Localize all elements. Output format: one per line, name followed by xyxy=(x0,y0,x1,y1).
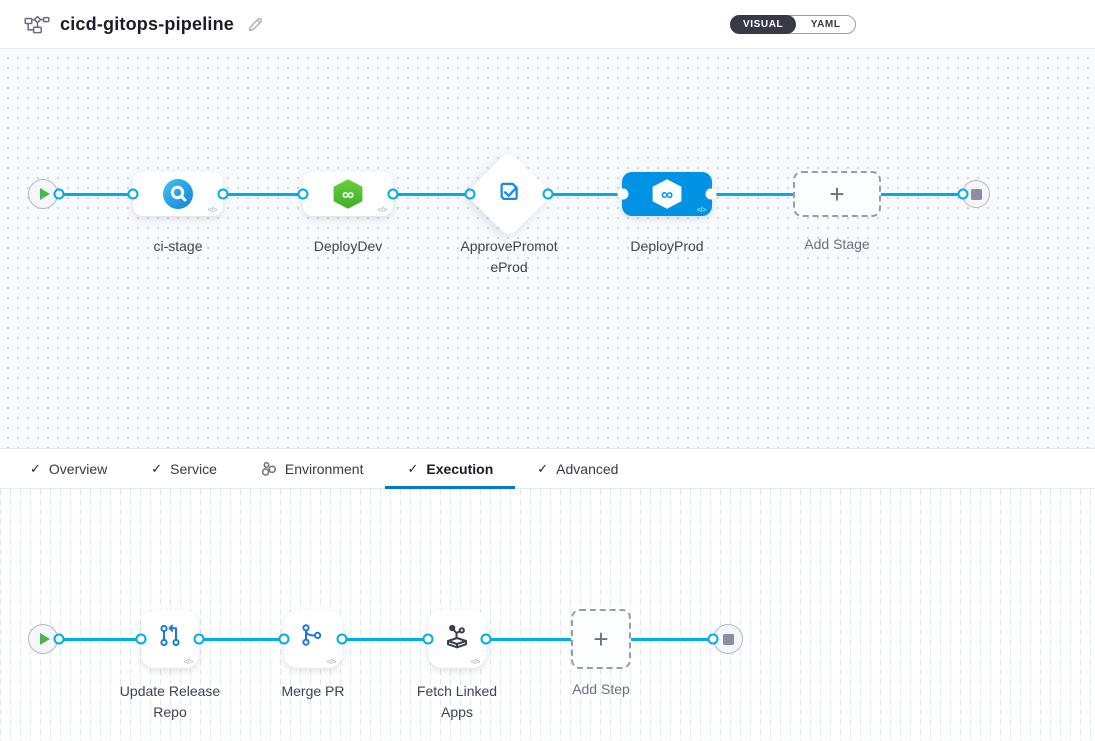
linked-apps-icon xyxy=(442,622,472,657)
execution-steps-canvas: </> Update Release Repo </> Merge PR xyxy=(0,489,1095,741)
visual-yaml-toggle: VISUAL YAML xyxy=(730,15,856,34)
page-title: cicd-gitops-pipeline xyxy=(60,14,234,35)
tab-label: Overview xyxy=(49,461,107,477)
cd-deploy-icon: ∞ xyxy=(651,179,683,209)
connector-port[interactable] xyxy=(706,189,717,200)
code-badge: </> xyxy=(697,205,706,214)
stop-icon xyxy=(971,189,982,200)
connector-port[interactable] xyxy=(388,189,399,200)
connector-port[interactable] xyxy=(136,634,147,645)
connector-port[interactable] xyxy=(128,189,139,200)
step-label: Merge PR xyxy=(253,681,373,702)
connector-port[interactable] xyxy=(218,189,229,200)
toggle-yaml-button[interactable]: YAML xyxy=(796,19,855,30)
ci-build-icon xyxy=(163,179,193,209)
cd-deploy-icon: ∞ xyxy=(332,179,364,209)
code-badge: </> xyxy=(327,657,336,666)
connector-port[interactable] xyxy=(54,189,65,200)
tab-label: Environment xyxy=(285,461,364,477)
add-step-label: Add Step xyxy=(551,679,651,700)
tab-overview[interactable]: ✓ Overview xyxy=(30,449,129,488)
play-icon xyxy=(40,188,50,200)
approval-icon xyxy=(493,176,525,213)
tab-service[interactable]: ✓ Service xyxy=(129,449,239,488)
tab-label: Execution xyxy=(426,461,493,477)
tab-environment[interactable]: Environment xyxy=(239,449,386,488)
pipeline-graph-icon xyxy=(24,14,50,35)
connector-port[interactable] xyxy=(958,189,969,200)
header: cicd-gitops-pipeline VISUAL YAML xyxy=(0,0,1095,49)
step-node-merge-pr[interactable]: </> xyxy=(284,610,342,668)
stage-node-deploydev[interactable]: ∞ </> xyxy=(303,172,393,216)
stage-node-approvepromoteprod[interactable] xyxy=(465,150,553,238)
connector-port[interactable] xyxy=(481,634,492,645)
tab-label: Service xyxy=(170,461,217,477)
stage-label: DeployProd xyxy=(597,236,737,257)
connector-port[interactable] xyxy=(337,634,348,645)
stage-label: ci-stage xyxy=(108,236,248,257)
connector-port[interactable] xyxy=(423,634,434,645)
tab-advanced[interactable]: ✓ Advanced xyxy=(515,449,640,488)
code-badge: </> xyxy=(378,205,387,214)
connector-port[interactable] xyxy=(298,189,309,200)
tab-label: Advanced xyxy=(556,461,618,477)
connector-port[interactable] xyxy=(618,189,629,200)
add-stage-label: Add Stage xyxy=(767,234,907,255)
step-node-fetch-linked-apps[interactable]: </> xyxy=(428,610,486,668)
add-stage-button[interactable]: + xyxy=(793,171,881,217)
step-label: Update Release Repo xyxy=(110,681,230,723)
connector-port[interactable] xyxy=(194,634,205,645)
step-label: Fetch Linked Apps xyxy=(407,681,507,723)
code-badge: </> xyxy=(471,657,480,666)
check-icon: ✓ xyxy=(30,461,41,477)
stage-label: DeployDev xyxy=(278,236,418,257)
check-icon: ✓ xyxy=(407,461,418,477)
connector-port[interactable] xyxy=(279,634,290,645)
edit-pencil-icon[interactable] xyxy=(246,15,265,34)
connector-port[interactable] xyxy=(465,189,476,200)
toggle-visual-button[interactable]: VISUAL xyxy=(730,15,796,34)
code-badge: </> xyxy=(208,205,217,214)
git-update-icon xyxy=(155,622,185,657)
connector-port[interactable] xyxy=(54,634,65,645)
stage-pipeline-canvas: </> ci-stage ∞ </> DeployDev ApproveProm… xyxy=(0,49,1095,449)
stage-node-deployprod[interactable]: ∞ </> xyxy=(622,172,712,216)
stage-node-ci-stage[interactable]: </> xyxy=(133,172,223,216)
check-icon: ✓ xyxy=(537,461,548,477)
environment-icon xyxy=(261,461,277,477)
step-node-update-release-repo[interactable]: </> xyxy=(141,610,199,668)
tab-execution[interactable]: ✓ Execution xyxy=(385,449,515,488)
stage-label: ApprovePromoteProd xyxy=(457,236,561,278)
play-icon xyxy=(40,633,50,645)
stop-icon xyxy=(723,634,734,645)
plus-icon: + xyxy=(593,624,608,655)
stage-config-tabs: ✓ Overview ✓ Service Environment ✓ Execu… xyxy=(0,449,1095,489)
check-icon: ✓ xyxy=(151,461,162,477)
plus-icon: + xyxy=(829,179,844,210)
connector-port[interactable] xyxy=(708,634,719,645)
code-badge: </> xyxy=(184,657,193,666)
git-merge-icon xyxy=(298,622,328,657)
add-step-button[interactable]: + xyxy=(571,609,631,669)
connector-port[interactable] xyxy=(543,189,554,200)
